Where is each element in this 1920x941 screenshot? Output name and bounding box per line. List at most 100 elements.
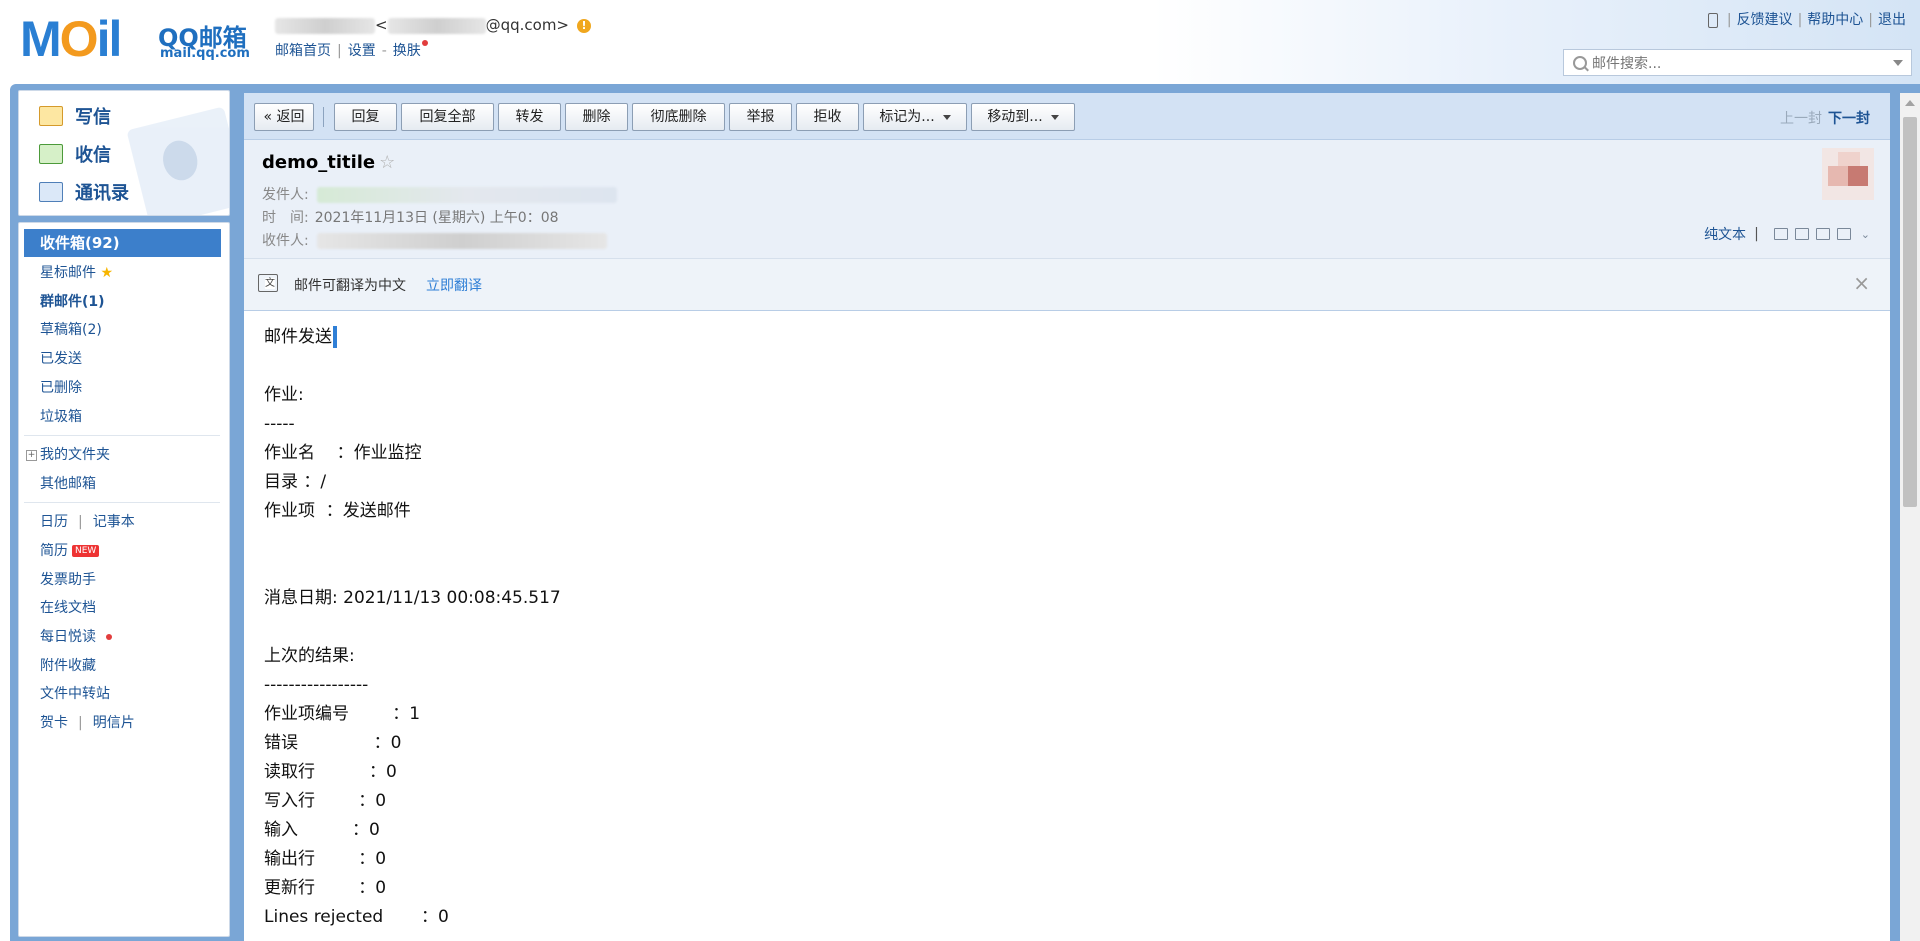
warning-icon[interactable]: ! <box>577 18 591 33</box>
mail-body-line: 作业名 ：作业监控 <box>264 443 422 463</box>
receive-label: 收信 <box>75 145 111 166</box>
redacted-sender[interactable] <box>316 187 617 203</box>
move-to-dropdown[interactable]: 移动到... <box>971 103 1075 131</box>
mark-as-dropdown[interactable]: 标记为... <box>863 103 967 131</box>
expand-icon[interactable]: + <box>26 449 37 461</box>
mail-body-line: ----- <box>264 414 295 434</box>
qq-mail-logo[interactable]: MOil QQ邮箱 mail.qq.com <box>20 14 255 64</box>
right-links: | 反馈建议 | 帮助中心 | 退出 <box>1707 9 1906 29</box>
close-icon[interactable]: × <box>1853 271 1870 295</box>
reject-button[interactable]: 拒收 <box>796 103 859 131</box>
mobile-icon[interactable] <box>1707 12 1718 28</box>
settings-link[interactable]: 设置 <box>348 43 376 59</box>
sender-avatar[interactable] <box>1822 148 1874 200</box>
search-dropdown-icon[interactable] <box>1893 60 1903 66</box>
save-icon[interactable] <box>1815 228 1830 240</box>
mail-subject: demo_titile ☆ <box>262 152 395 173</box>
time-row: 时 间: 2021年11月13日 (星期六) 上午0：08 <box>262 207 559 227</box>
receive-icon <box>39 144 63 164</box>
sidebar-item-sent[interactable]: 已发送 <box>40 348 82 368</box>
redacted-recipient[interactable] <box>316 233 607 249</box>
move-to-label: 移动到... <box>987 109 1043 125</box>
sidebar-item-notepad[interactable]: 记事本 <box>93 514 135 530</box>
mark-as-label: 标记为... <box>879 109 935 125</box>
mail-header: demo_titile ☆ 发件人: 时 间: 2021年11月13日 (星期六) … <box>244 140 1890 259</box>
sender-label: 发件人: <box>262 187 309 203</box>
mail-body-line: 更新行 ：0 <box>264 878 387 898</box>
contacts-button[interactable]: 通讯录 <box>39 179 129 205</box>
compose-label: 写信 <box>75 107 111 128</box>
reading-pane-icon[interactable] <box>1794 228 1809 240</box>
receive-button[interactable]: 收信 <box>39 141 111 167</box>
mail-body-line: 读取行 ：0 <box>264 762 397 782</box>
mail-body-line: 目录 ：/ <box>264 472 327 492</box>
search-input[interactable] <box>1590 53 1884 74</box>
help-link[interactable]: 帮助中心 <box>1807 12 1863 28</box>
sender-row: 发件人: <box>262 184 617 204</box>
print-icon[interactable] <box>1836 228 1851 240</box>
logout-link[interactable]: 退出 <box>1878 12 1906 28</box>
sidebar-item-my-folders[interactable]: + 我的文件夹 <box>26 444 110 464</box>
view-options: 纯文本 | ⌄ <box>1704 224 1870 244</box>
sidebar-item-inbox[interactable]: 收件箱(92) <box>24 229 221 257</box>
sidebar-item-other-mailbox[interactable]: 其他邮箱 <box>40 473 96 493</box>
scroll-thumb[interactable] <box>1903 117 1917 507</box>
sidebar-item-invoice[interactable]: 发票助手 <box>40 569 96 589</box>
compose-button[interactable]: 写信 <box>39 103 111 129</box>
permanent-delete-button[interactable]: 彻底删除 <box>632 103 725 131</box>
email-open-bracket: < <box>375 16 388 34</box>
mail-body-line: 输出行 ：0 <box>264 849 387 869</box>
forward-button[interactable]: 转发 <box>498 103 561 131</box>
plain-text-link[interactable]: 纯文本 <box>1704 224 1746 244</box>
sidebar-item-attachments[interactable]: 附件收藏 <box>40 655 96 675</box>
sidebar-item-transfer[interactable]: 文件中转站 <box>40 683 110 703</box>
chevron-down-icon[interactable]: ⌄ <box>1861 228 1870 241</box>
mail-read-panel: « 返回 回复 回复全部 转发 删除 彻底删除 举报 拒收 标记为... 移动到… <box>244 93 1890 941</box>
recipient-row: 收件人: <box>262 230 607 250</box>
user-email-suffix: @qq.com> <box>485 16 569 34</box>
subject-text: demo_titile <box>262 152 376 173</box>
mail-body-line <box>264 352 561 381</box>
mail-toolbar: « 返回 回复 回复全部 转发 删除 彻底删除 举报 拒收 标记为... 移动到… <box>244 93 1890 140</box>
mail-body-line: 输入 ：0 <box>264 820 380 840</box>
star-outline-icon[interactable]: ☆ <box>379 152 395 173</box>
delete-button[interactable]: 删除 <box>565 103 628 131</box>
report-button[interactable]: 举报 <box>729 103 792 131</box>
compose-icon <box>39 106 63 126</box>
search-icon <box>1573 56 1587 70</box>
sidebar-item-deleted[interactable]: 已删除 <box>40 377 82 397</box>
sidebar-item-card[interactable]: 贺卡 <box>40 715 68 731</box>
reply-button[interactable]: 回复 <box>334 103 397 131</box>
sidebar-row-cards: 贺卡 | 明信片 <box>40 715 135 731</box>
mail-body-line: 作业: <box>264 385 304 405</box>
mail-search-box[interactable] <box>1563 49 1912 76</box>
mail-body: 邮件发送 作业: ----- 作业名 ：作业监控 目录 ：/ 作业项 ：发送邮件 消息日… <box>264 323 561 932</box>
translate-now-link[interactable]: 立即翻译 <box>426 275 482 295</box>
mail-body-line: 作业项 ：发送邮件 <box>264 501 411 521</box>
mail-body-line: Lines rejected ：0 <box>264 907 449 927</box>
sidebar-item-postcard[interactable]: 明信片 <box>93 715 135 731</box>
time-label: 时 间: <box>262 210 309 226</box>
sidebar-item-group[interactable]: 群邮件(1) <box>40 291 105 311</box>
contacts-icon <box>39 182 63 202</box>
sidebar-item-starred[interactable]: 星标邮件 ★ <box>40 262 113 282</box>
sidebar-item-drafts[interactable]: 草稿箱(2) <box>40 319 102 339</box>
skin-link[interactable]: 换肤 <box>393 43 421 59</box>
sidebar-item-trash[interactable]: 垃圾箱 <box>40 406 82 426</box>
text-cursor <box>333 326 337 348</box>
sidebar-item-daily-read[interactable]: 每日悦读 <box>40 626 112 646</box>
back-button[interactable]: « 返回 <box>254 103 314 131</box>
next-mail-link[interactable]: 下一封 <box>1828 111 1870 127</box>
feedback-link[interactable]: 反馈建议 <box>1737 12 1793 28</box>
recipient-label: 收件人: <box>262 233 309 249</box>
new-window-icon[interactable] <box>1773 228 1788 240</box>
sidebar-item-calendar[interactable]: 日历 <box>40 514 68 530</box>
mailbox-home-link[interactable]: 邮箱首页 <box>275 43 331 59</box>
sidebar-item-resume[interactable]: 简历 NEW <box>40 540 100 560</box>
sidebar-item-docs[interactable]: 在线文档 <box>40 597 96 617</box>
mail-body-line: 邮件发送 <box>264 323 561 352</box>
scroll-up-arrow[interactable] <box>1905 100 1915 106</box>
prev-mail-link[interactable]: 上一封 <box>1780 111 1822 127</box>
page-scrollbar[interactable] <box>1900 93 1920 941</box>
reply-all-button[interactable]: 回复全部 <box>401 103 494 131</box>
